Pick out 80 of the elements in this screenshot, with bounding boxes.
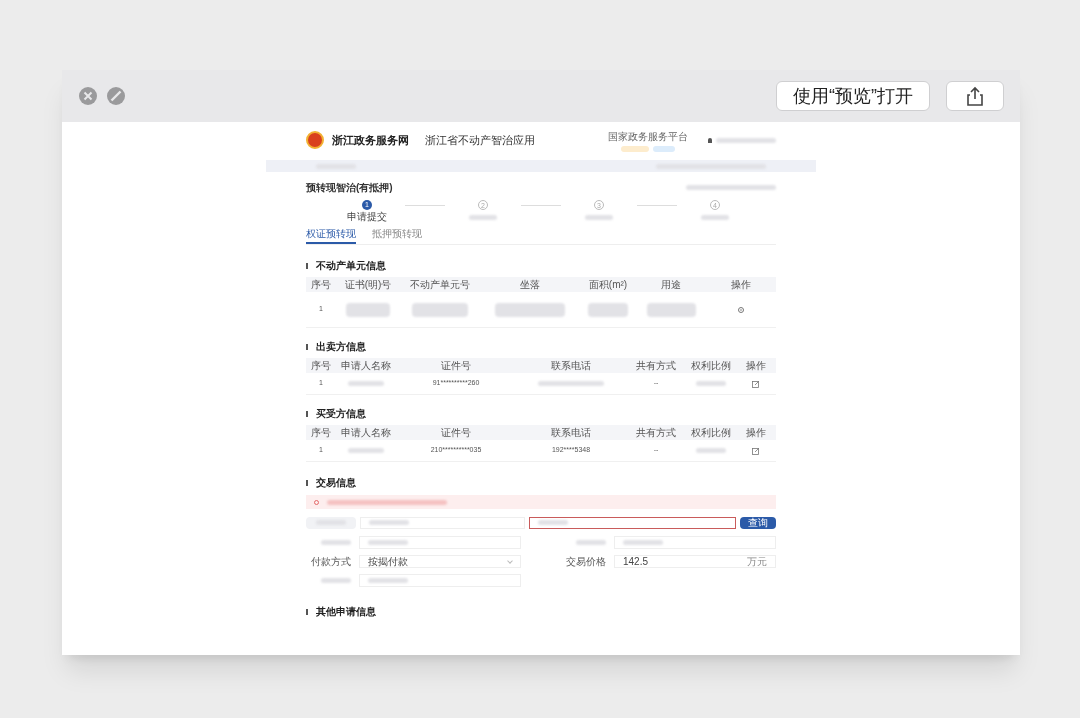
blurred-text (623, 540, 663, 545)
emblem-icon (306, 131, 324, 149)
blurred-text (696, 448, 726, 453)
column-header: 用途 (660, 278, 682, 291)
search-button[interactable]: 查询 (740, 516, 776, 529)
column-header: 操作 (730, 278, 752, 291)
section-marker (306, 343, 308, 350)
section-marker (306, 608, 308, 615)
share-button[interactable] (946, 81, 1004, 111)
field-value: 142.5 (623, 555, 649, 568)
contract-number-field[interactable] (360, 516, 525, 529)
unit-label: 万元 (747, 555, 767, 568)
section-heading: 出卖方信息 (316, 340, 366, 353)
blurred-text (716, 137, 776, 143)
column-header: 共有方式 (635, 426, 677, 439)
section-heading: 交易信息 (316, 476, 356, 489)
blurred-text (321, 578, 351, 583)
column-header: 序号 (310, 359, 332, 372)
blurred-text (495, 302, 565, 317)
form-title: 预转现智治(有抵押) (306, 180, 393, 195)
section-heading: 其他申请信息 (316, 605, 376, 618)
blurred-text (469, 215, 497, 220)
blurred-text (348, 448, 384, 453)
column-header: 申请人名称 (340, 359, 392, 372)
step-label: 申请提交 (347, 210, 387, 224)
column-header: 证件号 (440, 359, 472, 372)
column-header: 序号 (310, 278, 332, 291)
blurred-text (412, 302, 468, 317)
share-icon (966, 86, 984, 106)
blurred-text (348, 381, 384, 386)
blurred-text (696, 381, 726, 386)
blurred-text (585, 215, 613, 220)
field-label: 交易价格 (565, 555, 606, 568)
blurred-text (646, 302, 696, 317)
blurred-text (588, 302, 628, 317)
column-header: 联系电话 (550, 426, 592, 439)
blurred-text (538, 520, 568, 525)
blurred-text (321, 540, 351, 545)
tag (621, 145, 649, 152)
column-header: 联系电话 (550, 359, 592, 372)
blurred-text (368, 578, 408, 583)
edit-icon[interactable] (752, 446, 760, 455)
app-title: 浙江省不动产智治应用 (425, 132, 535, 148)
column-header: 证件号 (440, 426, 472, 439)
close-icon[interactable] (78, 86, 98, 106)
blurred-text (368, 540, 408, 545)
tab[interactable]: 抵押预转现 (372, 226, 422, 244)
column-header: 证书(明)号 (343, 278, 393, 291)
section-heading: 不动产单元信息 (316, 259, 386, 272)
blurred-text (369, 520, 409, 525)
field-label: 付款方式 (310, 555, 351, 568)
column-header: 操作 (745, 426, 767, 439)
column-header: 面积(m²) (587, 278, 629, 291)
column-header: 权利比例 (690, 426, 732, 439)
section-marker (306, 262, 308, 269)
blurred-text (345, 302, 391, 317)
edit-icon[interactable] (752, 379, 760, 388)
column-header: 申请人名称 (340, 426, 392, 439)
blurred-text (701, 215, 729, 220)
platform-label: 国家政务服务平台 (608, 129, 688, 144)
column-header: 权利比例 (690, 359, 732, 372)
input-field[interactable]: 142.5 万元 (614, 555, 776, 568)
column-header: 序号 (310, 426, 332, 439)
field-value: 按揭付款 (368, 555, 408, 568)
column-header: 共有方式 (635, 359, 677, 372)
section-marker (306, 479, 308, 486)
column-header: 操作 (745, 359, 767, 372)
input-field[interactable] (529, 516, 736, 529)
column-header: 不动产单元号 (409, 278, 471, 291)
open-with-preview-button[interactable]: 使用“预览”打开 (776, 81, 930, 111)
column-header: 坐落 (519, 278, 541, 291)
blurred-text (576, 540, 606, 545)
fullscreen-icon[interactable] (106, 86, 126, 106)
site-name: 浙江政务服务网 (332, 132, 409, 148)
tab[interactable]: 权证预转现 (306, 226, 356, 244)
select-field[interactable]: 按揭付款 (359, 555, 521, 568)
section-heading: 买受方信息 (316, 407, 366, 420)
section-marker (306, 410, 308, 417)
tag (653, 145, 675, 152)
blurred-text (538, 381, 604, 386)
